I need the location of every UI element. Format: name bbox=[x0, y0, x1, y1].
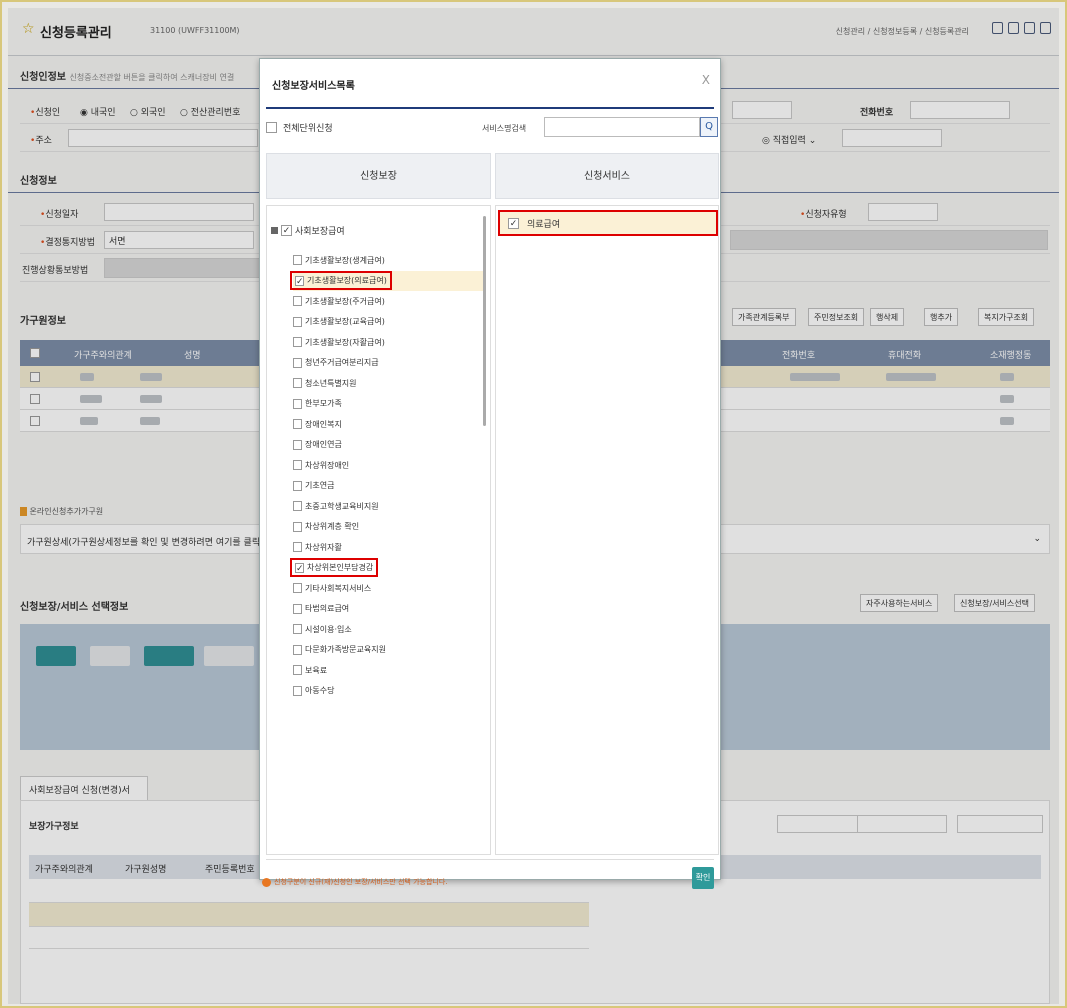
tree-item-checkbox[interactable] bbox=[293, 665, 302, 675]
tree-item-label: 차상위장애인 bbox=[305, 460, 350, 470]
tree-item[interactable]: 타법의료급여 bbox=[293, 599, 349, 619]
tree-item-checkbox[interactable] bbox=[293, 644, 302, 655]
col-header-service: 신청서비스 bbox=[495, 153, 719, 199]
tree-item[interactable]: 차상위장애인 bbox=[293, 455, 349, 475]
tree-item-label: 기타사회복지서비스 bbox=[305, 583, 372, 593]
tree-item-label: 초중고학생교육비지원 bbox=[305, 501, 379, 511]
tree-item-checkbox[interactable] bbox=[293, 316, 302, 327]
tree-item-checkbox[interactable] bbox=[293, 542, 302, 552]
tree-item-label: 차상위계층 확인 bbox=[305, 522, 360, 531]
modal-title: 신청보장서비스목록 bbox=[272, 81, 355, 92]
all-unit-checkbox[interactable]: 전체단위신청 bbox=[266, 121, 333, 134]
search-icon[interactable]: Q bbox=[700, 117, 718, 137]
tree-item-checkbox[interactable]: ✓ bbox=[295, 562, 304, 574]
tree-item[interactable]: ✓ 기초생활보장(의료급여) bbox=[290, 270, 483, 291]
search-label: 서비스명검색 bbox=[482, 124, 527, 133]
confirm-button[interactable]: 확인 bbox=[692, 867, 714, 889]
tree-item-label: 아동수당 bbox=[305, 686, 335, 695]
root-checkbox[interactable]: ✓ bbox=[281, 225, 292, 236]
tree-item-checkbox[interactable] bbox=[293, 603, 302, 614]
tree-item-label: 기초생활보장(생계급여) bbox=[305, 255, 385, 265]
tree-item[interactable]: 기타사회복지서비스 bbox=[293, 578, 371, 598]
checkbox[interactable] bbox=[266, 122, 277, 133]
tree-item[interactable]: 시설이용·입소 bbox=[293, 619, 352, 639]
tree-item-checkbox[interactable] bbox=[293, 357, 302, 368]
close-icon[interactable]: X bbox=[702, 73, 710, 87]
tree-item-checkbox[interactable] bbox=[293, 255, 302, 265]
guarantee-tree: ✓ 사회보장급여 기초생활보장(생계급여) ✓ 기초생활보장(의료급여) 기초생활보장… bbox=[266, 205, 491, 855]
tree-item-label: 시설이용·입소 bbox=[305, 624, 352, 634]
collapse-icon[interactable] bbox=[271, 227, 278, 234]
tree-item-checkbox[interactable] bbox=[293, 583, 302, 593]
tree-item-label: 기초생활보장(교육급여) bbox=[305, 317, 385, 326]
selected-service-checkbox[interactable]: ✓ bbox=[508, 217, 519, 229]
col-header-guarantee: 신청보장 bbox=[266, 153, 491, 199]
tree-item-label: 한부모가족 bbox=[305, 399, 342, 408]
tree-item[interactable]: 보육료 bbox=[293, 660, 327, 680]
selected-service-item[interactable]: ✓ 의료급여 bbox=[498, 210, 718, 236]
tree-item[interactable]: 다문화가족방문교육지원 bbox=[293, 640, 386, 660]
tree-item-label: 기초생활보장(의료급여) bbox=[307, 276, 387, 285]
tree-item[interactable]: 기초연금 bbox=[293, 476, 334, 496]
tree-item-checkbox[interactable] bbox=[293, 398, 302, 409]
tree-item[interactable]: 기초생활보장(주거급여) bbox=[293, 291, 385, 311]
tree-item-checkbox[interactable] bbox=[293, 501, 302, 511]
tree-item[interactable]: 한부모가족 bbox=[293, 394, 342, 414]
tree-item-checkbox[interactable] bbox=[293, 685, 302, 696]
tree-item-label: 보육료 bbox=[305, 665, 328, 675]
tree-item-label: 기초생활보장(자활급여) bbox=[305, 337, 385, 347]
tree-item-checkbox[interactable] bbox=[293, 337, 302, 347]
tree-item-label: 청소년특별지원 bbox=[305, 378, 357, 388]
tree-item[interactable]: 아동수당 bbox=[293, 681, 334, 701]
search-input[interactable] bbox=[544, 117, 700, 137]
tree-root[interactable]: ✓ 사회보장급여 bbox=[271, 224, 345, 237]
tree-item-checkbox[interactable] bbox=[293, 439, 302, 450]
tree-item-label: 청년주거급여분리지급 bbox=[305, 358, 379, 367]
tree-item[interactable]: 청소년특별지원 bbox=[293, 373, 357, 393]
tree-item[interactable]: 기초생활보장(자활급여) bbox=[293, 332, 385, 352]
tree-item-label: 장애인복지 bbox=[305, 419, 342, 429]
modal-divider bbox=[266, 107, 714, 109]
tree-item[interactable]: 장애인연금 bbox=[293, 435, 342, 455]
tree-item-label: 장애인연금 bbox=[305, 440, 342, 449]
tree-item-checkbox[interactable]: ✓ bbox=[295, 275, 304, 287]
tree-item[interactable]: 청년주거급여분리지급 bbox=[293, 353, 379, 373]
tree-item-label: 기초생활보장(주거급여) bbox=[305, 296, 385, 306]
selected-services-panel: ✓ 의료급여 bbox=[495, 205, 719, 855]
service-list-modal: 신청보장서비스목록 X 전체단위신청 서비스명검색 Q 신청보장 신청서비스 ✓… bbox=[259, 58, 721, 889]
tree-item[interactable]: 기초생활보장(생계급여) bbox=[293, 250, 385, 270]
tree-item-label: 다문화가족방문교육지원 bbox=[305, 645, 386, 654]
warning-icon bbox=[262, 877, 271, 887]
tree-item[interactable]: 차상위계층 확인 bbox=[293, 517, 359, 537]
tree-item[interactable]: 차상위자활 bbox=[293, 537, 342, 557]
tree-item[interactable]: 초중고학생교육비지원 bbox=[293, 496, 379, 516]
tree-item-checkbox[interactable] bbox=[293, 480, 302, 491]
tree-item-label: 기초연금 bbox=[305, 481, 335, 490]
tree-item-label: 차상위자활 bbox=[305, 542, 342, 552]
tree-item-label: 타법의료급여 bbox=[305, 604, 350, 613]
warning-message: 신청구분이 신규(재)신청인 보장/서비스만 선택 가능합니다. bbox=[262, 877, 448, 887]
tree-item[interactable]: ✓ 차상위본인부담경감 bbox=[289, 558, 379, 578]
modal-footer-divider bbox=[266, 859, 714, 860]
tree-item-checkbox[interactable] bbox=[293, 624, 302, 634]
tree-item-checkbox[interactable] bbox=[293, 521, 302, 532]
tree-item[interactable]: 기초생활보장(교육급여) bbox=[293, 312, 385, 332]
tree-item-checkbox[interactable] bbox=[293, 378, 302, 388]
tree-item-checkbox[interactable] bbox=[293, 419, 302, 429]
tree-item-checkbox[interactable] bbox=[293, 460, 302, 470]
tree-item-checkbox[interactable] bbox=[293, 296, 302, 306]
scrollbar[interactable] bbox=[483, 216, 486, 426]
tree-item[interactable]: 장애인복지 bbox=[293, 414, 342, 434]
tree-item-label: 차상위본인부담경감 bbox=[307, 563, 374, 572]
